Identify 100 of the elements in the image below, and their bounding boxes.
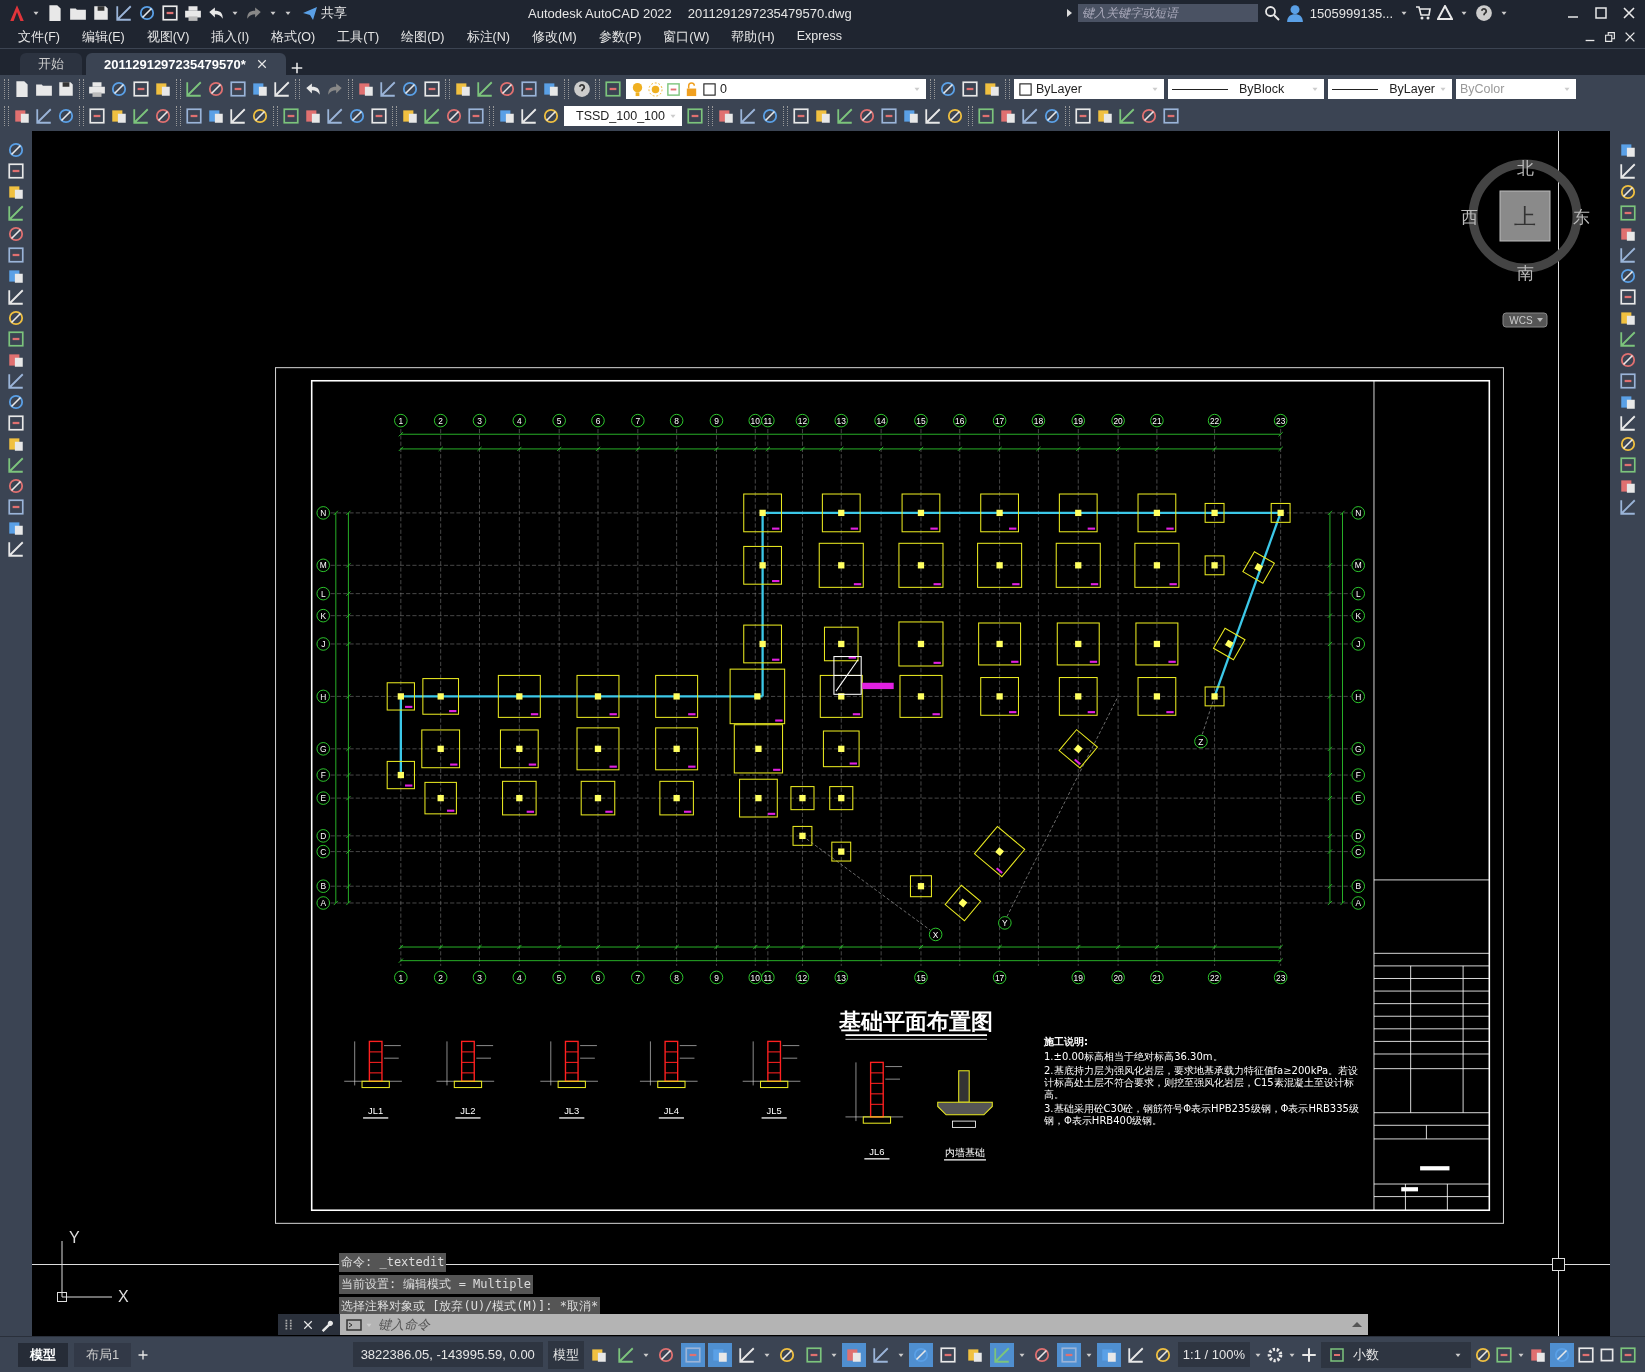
axis-bubble: Y — [998, 916, 1012, 930]
axis-bubble: 8 — [669, 413, 684, 428]
cursor-coordinates: 3822386.05, -143995.59, 0.00 — [352, 1342, 543, 1367]
axis-bubble: 11 — [761, 970, 775, 985]
axis-bubble: 21 — [1150, 970, 1164, 985]
axis-bubble: 22 — [1207, 413, 1222, 428]
axis-bubble: X — [928, 927, 943, 942]
axis-label: Y — [69, 1229, 80, 1246]
model-space-button[interactable]: 模型 — [547, 1340, 584, 1369]
axis-label: X — [118, 1288, 129, 1305]
axis-bubble: 17 — [992, 970, 1007, 985]
axis-bubble: A — [1351, 896, 1365, 910]
axis-bubble: C — [316, 844, 330, 859]
axis-bubble: 13 — [834, 970, 848, 985]
detail-label: JL2 — [460, 1104, 476, 1116]
compass-direction[interactable]: 北 — [1516, 158, 1534, 178]
axis-bubble: 19 — [1071, 970, 1085, 985]
menu-item[interactable]: 标注(N) — [466, 28, 510, 46]
menu-item[interactable]: 修改(M) — [531, 28, 577, 46]
axis-bubble: 4 — [512, 413, 527, 428]
axis-bubble: 5 — [552, 413, 566, 428]
compass-direction[interactable]: 西 — [1460, 207, 1478, 227]
layer-dropdown[interactable]: 0 — [626, 79, 926, 99]
axis-bubble: G — [316, 742, 330, 756]
axis-bubble: M — [1351, 558, 1365, 573]
axis-bubble: 21 — [1150, 413, 1164, 428]
search-field[interactable]: 键入关键字或短语 — [1077, 4, 1258, 22]
note-text: 3.基础采用砼C30砼，钢筋符号Φ表示HPB235级钢，Φ表示HRB335级钢，Φ表示HRB400级钢。 — [1044, 1103, 1360, 1127]
axis-bubble: 12 — [795, 413, 810, 428]
notes-title: 施工说明: — [1044, 1036, 1089, 1048]
menu-item[interactable]: 编辑(E) — [81, 28, 125, 46]
axis-bubble: 4 — [512, 970, 527, 985]
axis-bubble: 10 — [748, 413, 763, 428]
menu-item[interactable]: 格式(O) — [271, 28, 316, 46]
axis-bubble: 23 — [1273, 970, 1288, 985]
linetype-dropdown[interactable]: ByBlock — [1168, 79, 1324, 99]
menu-item[interactable]: 绘图(D) — [401, 28, 445, 46]
axis-bubble: F — [1351, 768, 1365, 782]
axis-bubble: 10 — [748, 970, 763, 985]
note-text: 1.±0.00标高相当于绝对标高36.30m。 — [1044, 1051, 1224, 1063]
menu-item[interactable]: 插入(I) — [211, 28, 250, 46]
detail-label: JL6 — [869, 1145, 885, 1157]
ucs-menu-button[interactable]: WCS — [1502, 312, 1548, 328]
axis-bubble: 3 — [472, 970, 487, 985]
command-field[interactable]: 键入命令 — [340, 1314, 1368, 1335]
menu-item[interactable]: 文件(F) — [18, 28, 60, 46]
axis-bubble: 15 — [914, 970, 928, 985]
axis-bubble: 11 — [761, 413, 775, 428]
layout-tab[interactable]: 布局1 — [74, 1342, 132, 1367]
axis-bubble: B — [1351, 879, 1365, 893]
axis-bubble: 15 — [914, 413, 928, 428]
axis-bubble: J — [1351, 637, 1365, 651]
menu-item[interactable]: 工具(T) — [337, 28, 380, 46]
axis-bubble: M — [316, 558, 330, 573]
axis-bubble: J — [316, 637, 330, 651]
app-title: Autodesk AutoCAD 2022 — [528, 5, 672, 21]
axis-bubble: 9 — [709, 413, 724, 428]
compass-direction[interactable]: 南 — [1516, 263, 1534, 283]
axis-bubble: 7 — [631, 413, 645, 428]
menu-item[interactable]: Express — [796, 28, 842, 46]
viewcube-face[interactable]: 上 — [1499, 190, 1551, 242]
axis-bubble: E — [316, 791, 330, 805]
units-dropdown[interactable]: 小数 — [1321, 1341, 1471, 1368]
document-tab[interactable]: 开始 — [20, 53, 82, 75]
detail-label: 内墙基础 — [945, 1146, 985, 1158]
layout-tab[interactable]: 模型 — [18, 1342, 68, 1367]
menu-item[interactable]: 帮助(H) — [731, 28, 775, 46]
menu-item[interactable]: 参数(P) — [598, 28, 642, 46]
axis-bubble: L — [1351, 586, 1365, 601]
axis-bubble: B — [316, 879, 330, 893]
axis-bubble: 1 — [394, 970, 408, 985]
axis-bubble: H — [1351, 689, 1365, 704]
axis-bubble: 9 — [709, 970, 724, 985]
axis-bubble: 17 — [992, 413, 1007, 428]
axis-bubble: 20 — [1111, 413, 1125, 428]
axis-bubble: 6 — [591, 413, 605, 428]
annotation-scale-button[interactable]: 1:1 / 100% — [1177, 1342, 1250, 1367]
compass-direction[interactable]: 东 — [1572, 207, 1590, 227]
menu-item[interactable]: 视图(V) — [146, 28, 190, 46]
share-button[interactable]: 共享 — [298, 4, 351, 22]
axis-bubble: F — [316, 768, 330, 782]
axis-bubble: D — [316, 829, 330, 843]
axis-bubble: K — [316, 608, 330, 623]
lineweight-dropdown[interactable]: ByLayer — [1328, 79, 1452, 99]
drawing-title: 基础平面布置图 — [838, 1008, 993, 1034]
axis-bubble: N — [316, 506, 330, 520]
axis-bubble: Z — [1194, 734, 1208, 749]
axis-bubble: 3 — [472, 413, 487, 428]
detail-label: JL5 — [766, 1104, 782, 1116]
dimension-style-dropdown[interactable]: TSSD_100_100 — [564, 106, 682, 126]
axis-bubble: K — [1351, 608, 1365, 623]
axis-bubble: G — [1351, 742, 1365, 756]
axis-bubble: 18 — [1031, 413, 1046, 428]
document-tab[interactable]: 2011291297235479570* — [86, 53, 286, 75]
user-name[interactable]: 1505999135... — [1309, 5, 1393, 21]
menu-item[interactable]: 窗口(W) — [663, 28, 710, 46]
axis-bubble: E — [1351, 791, 1365, 805]
color-dropdown[interactable]: ByLayer — [1014, 79, 1164, 99]
axis-bubble: 19 — [1071, 413, 1085, 428]
axis-bubble: 1 — [394, 413, 408, 428]
